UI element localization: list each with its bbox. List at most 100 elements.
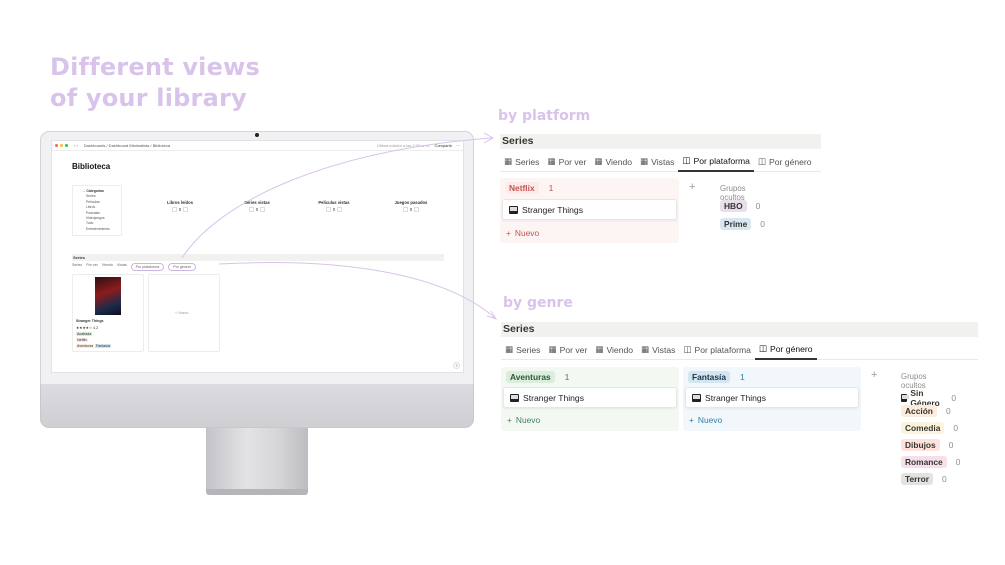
card-rating: ★★★★☆ 4.2: [76, 326, 99, 330]
group-header: Aventuras 1: [506, 371, 569, 383]
group-label[interactable]: Fantasía: [688, 371, 730, 383]
categories-list: → Categorías Series Películas Libros Pod…: [72, 185, 122, 237]
imac-camera: [255, 133, 259, 137]
table-icon: ▦: [641, 344, 650, 354]
tab-por-ver[interactable]: Por ver: [86, 263, 98, 271]
table-icon: ▦: [548, 344, 557, 354]
tab-por-genero[interactable]: ◫ Por género: [754, 340, 817, 360]
hidden-group-terror[interactable]: Terror 0: [901, 473, 947, 485]
tab-series[interactable]: ▦ Series: [501, 340, 544, 360]
tab-viendo[interactable]: ▦ Viendo: [590, 152, 636, 172]
board-tabs: ▦ Series ▦ Por ver ▦ Viendo ▦ Vistas ◫ Por pl…: [500, 152, 821, 172]
imac-screen: ‹ › Dashboards / Dashboard Minimalista /…: [51, 140, 464, 373]
new-button[interactable]: + Nuevo: [689, 415, 722, 425]
hidden-group-hbo[interactable]: HBO 0: [720, 200, 760, 212]
platform-badge: Netflix: [76, 338, 88, 342]
card-title: Stranger Things: [522, 204, 583, 215]
group-header: Fantasía 1: [688, 371, 745, 383]
new-button[interactable]: + Nuevo: [507, 415, 540, 425]
board-icon: ◫: [757, 156, 767, 166]
group-netflix: Netflix 1 Stranger Things + Nuevo: [500, 178, 679, 243]
tv-icon: [692, 393, 701, 402]
table-icon: ▦: [640, 156, 649, 166]
tab-por-plataforma[interactable]: ◫ Por plataforma: [678, 152, 754, 172]
tab-por-plataforma[interactable]: ◫ Por plataforma: [679, 340, 755, 360]
plus-icon: +: [689, 415, 694, 425]
share-button[interactable]: Compartir: [434, 143, 452, 148]
series-tabs: Series Por ver Viendo Vistas Por platafo…: [72, 263, 197, 271]
imac-stand: [206, 428, 308, 490]
board-card[interactable]: Stranger Things: [502, 199, 677, 220]
new-card[interactable]: + Nuevo: [148, 274, 220, 352]
board-card[interactable]: Stranger Things: [685, 387, 859, 408]
last-edited: Última edición a las 2:00 a. m.: [376, 143, 431, 148]
add-group-button[interactable]: +: [871, 369, 877, 381]
plus-icon: +: [507, 415, 512, 425]
hidden-group-romance[interactable]: Romance 0: [901, 456, 960, 468]
increment-button[interactable]: [260, 207, 266, 212]
category-item[interactable]: Todo Entretenimiento: [76, 221, 118, 232]
tab-series[interactable]: ▦ Series: [500, 152, 543, 172]
tab-series[interactable]: Series: [72, 263, 82, 271]
board-icon: ◫: [758, 343, 768, 353]
hidden-group-comedia[interactable]: Comedia 0: [901, 422, 958, 434]
hidden-group-accion[interactable]: Acción 0: [901, 405, 951, 417]
increment-button[interactable]: [337, 207, 343, 212]
group-label[interactable]: Aventuras: [506, 371, 555, 383]
browser-bar: ‹ › Dashboards / Dashboard Minimalista /…: [52, 141, 463, 151]
stat-movies: Películas vistas 0: [318, 200, 350, 212]
board-title: Series: [500, 134, 821, 149]
headline-line-1: Different views: [50, 53, 260, 81]
tab-viendo[interactable]: ▦ Viendo: [591, 340, 637, 360]
stat-books: Libros leídos 0: [166, 200, 194, 212]
hidden-group-dibujos[interactable]: Dibujos 0: [901, 439, 953, 451]
nav-arrows-icon[interactable]: ‹ ›: [74, 143, 78, 148]
board-card[interactable]: Stranger Things: [503, 387, 677, 408]
table-icon: ▦: [504, 156, 513, 166]
headline: Different views of your library: [50, 52, 260, 114]
tv-icon: [509, 205, 518, 214]
decrement-button[interactable]: [248, 207, 254, 212]
group-header: Netflix 1: [505, 182, 553, 194]
table-icon: ▦: [594, 156, 603, 166]
decrement-button[interactable]: [325, 207, 331, 212]
genre-badge: Fantasía: [95, 344, 111, 348]
window-controls[interactable]: [55, 144, 68, 147]
group-fantasia: Fantasía 1 Stranger Things + Nuevo: [683, 367, 861, 431]
breadcrumb[interactable]: Dashboards / Dashboard Minimalista / Bib…: [84, 143, 170, 148]
tab-vistas[interactable]: Vistas: [117, 263, 127, 271]
board-icon: ◫: [682, 155, 691, 165]
stat-series: Series vistas 0: [244, 200, 270, 212]
card-title: Stranger Things: [523, 392, 584, 403]
more-icon[interactable]: ⋯: [456, 143, 460, 148]
tab-vistas[interactable]: ▦ Vistas: [636, 152, 678, 172]
arrow-head-icon: [486, 310, 498, 320]
series-card[interactable]: Stranger Things ★★★★☆ 4.2 Acabada Netfli…: [72, 274, 144, 352]
tab-por-ver[interactable]: ▦ Por ver: [543, 152, 590, 172]
imac-chin: [40, 384, 474, 428]
new-button[interactable]: + Nuevo: [506, 228, 539, 238]
headline-line-2: of your library: [50, 84, 247, 112]
tab-por-plataforma[interactable]: Por plataforma: [130, 263, 165, 271]
tv-icon: [901, 394, 910, 402]
tab-por-ver[interactable]: ▦ Por ver: [544, 340, 591, 360]
increment-button[interactable]: [414, 207, 420, 212]
label-by-platform: by platform: [498, 108, 591, 124]
tab-viendo[interactable]: Viendo: [102, 263, 113, 271]
tab-por-genero[interactable]: ◫ Por género: [754, 152, 816, 172]
group-count: 1: [548, 183, 554, 193]
table-icon: ▦: [595, 344, 604, 354]
increment-button[interactable]: [183, 207, 189, 212]
group-label[interactable]: Netflix: [505, 182, 539, 194]
decrement-button[interactable]: [402, 207, 408, 212]
decrement-button[interactable]: [171, 207, 177, 212]
board-tabs: ▦ Series ▦ Por ver ▦ Viendo ▦ Vistas ◫ Por pl…: [501, 340, 978, 360]
add-group-button[interactable]: +: [689, 181, 695, 193]
help-button[interactable]: ?: [453, 362, 460, 369]
new-card-label: + Nuevo: [175, 311, 189, 315]
hidden-group-prime[interactable]: Prime 0: [720, 218, 765, 230]
status-badge: Acabada: [76, 332, 93, 336]
tab-vistas[interactable]: ▦ Vistas: [637, 340, 679, 360]
tab-por-genero[interactable]: Por género: [168, 263, 197, 271]
stat-games: Juegos pasados 0: [394, 200, 428, 212]
